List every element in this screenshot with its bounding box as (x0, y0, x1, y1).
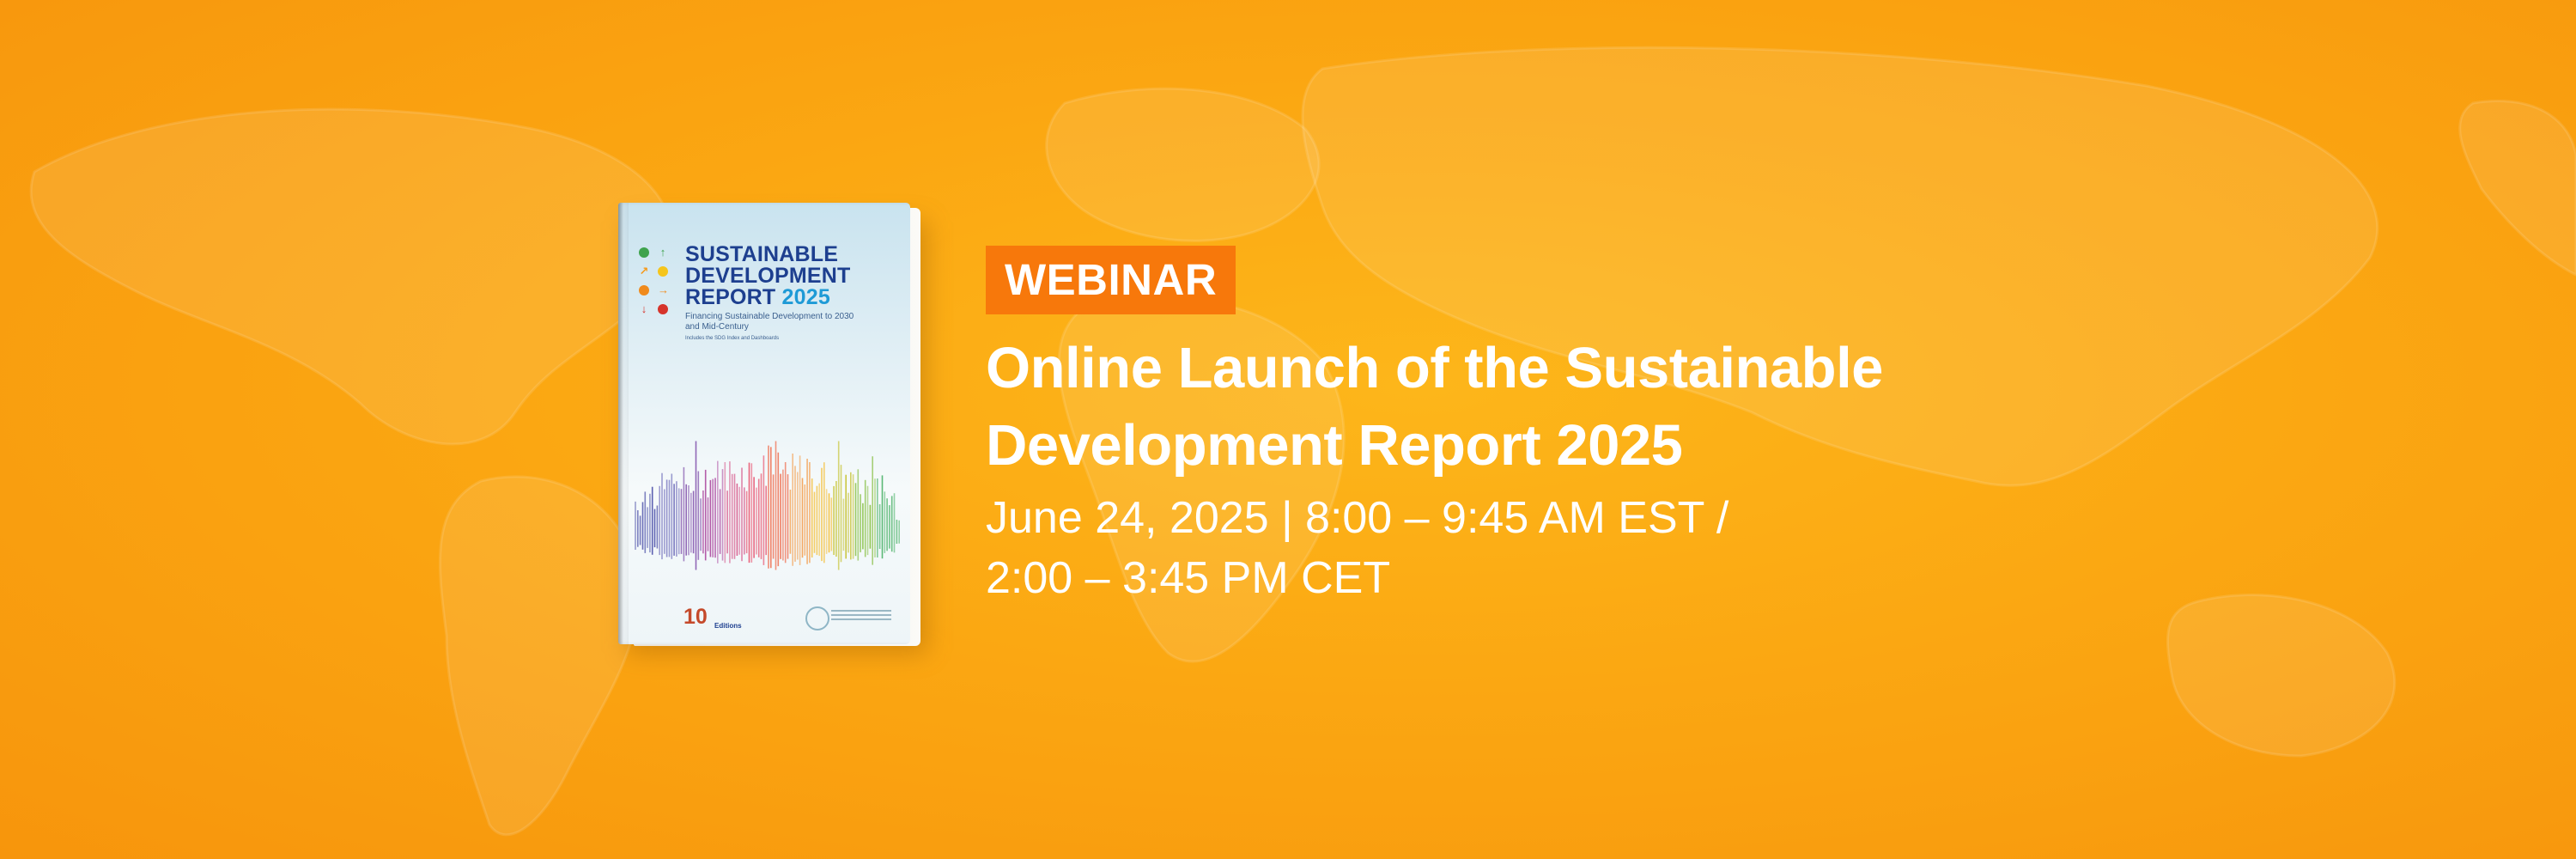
cover-title-line: REPORT 2025 (685, 287, 900, 308)
publisher-logo-icon (805, 606, 829, 631)
event-datetime-line: June 24, 2025 | 8:00 – 9:45 AM EST / (986, 493, 1729, 543)
circle-icon (658, 266, 668, 277)
webinar-badge: WEBINAR (986, 246, 1236, 314)
circle-icon (658, 304, 668, 314)
event-datetime-line: 2:00 – 3:45 PM CET (986, 553, 1391, 603)
cover-title-line: DEVELOPMENT (685, 264, 851, 288)
arrow-down-icon: ↓ (641, 302, 647, 315)
webinar-banner: ↑ ↗ → ↓ SUSTAINABLE DEVELOPMENT REPORT 2… (0, 0, 2576, 859)
circle-icon (639, 247, 649, 258)
cover-subtitle: Financing Sustainable Development to 203… (685, 312, 854, 332)
cover-tagline: Includes the SDG Index and Dashboards (685, 336, 780, 341)
event-title-line: Development Report 2025 (986, 413, 1683, 478)
cover-bar-graphic (635, 441, 901, 570)
event-title: Online Launch of the Sustainable Develop… (986, 330, 2102, 484)
book-front-cover: ↑ ↗ → ↓ SUSTAINABLE DEVELOPMENT REPORT 2… (618, 203, 910, 644)
cover-title-report: REPORT (685, 285, 776, 309)
report-book-cover: ↑ ↗ → ↓ SUSTAINABLE DEVELOPMENT REPORT 2… (618, 203, 927, 654)
publisher-logo-text (831, 610, 891, 624)
arrow-right-icon: → (658, 283, 669, 296)
event-datetime: June 24, 2025 | 8:00 – 9:45 AM EST / 2:0… (986, 488, 2102, 608)
cover-title-year: 2025 (781, 285, 830, 309)
circle-icon (639, 285, 649, 295)
cover-title-line: SUSTAINABLE (685, 242, 839, 266)
cover-title: SUSTAINABLE DEVELOPMENT REPORT 2025 (685, 244, 900, 308)
arrow-up-icon: ↑ (659, 246, 666, 259)
book-spine (618, 203, 629, 644)
arrow-diagonal-icon: ↗ (639, 265, 649, 277)
cover-icon-grid: ↑ ↗ → ↓ (639, 247, 675, 316)
edition-number: 10 (683, 605, 708, 629)
webinar-badge-label: WEBINAR (1005, 255, 1218, 304)
edition-label: Editions (714, 622, 742, 630)
event-title-line: Online Launch of the Sustainable (986, 336, 1883, 400)
